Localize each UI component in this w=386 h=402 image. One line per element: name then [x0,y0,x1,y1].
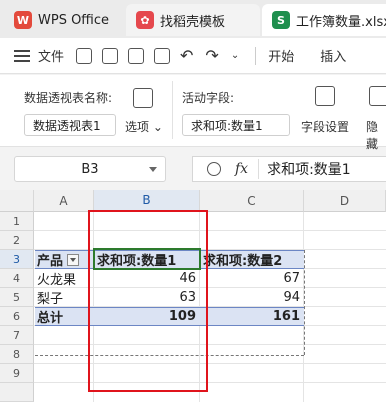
filter-dropdown-icon[interactable] [67,253,80,266]
export-pdf-icon[interactable] [102,47,119,64]
pivot-header-sum1[interactable]: 求和项:数量1 [94,250,200,269]
column-header-b[interactable]: B [94,190,200,212]
chevron-down-icon[interactable] [149,167,157,172]
menu-bar: 文件 ↶ ↷ ⌄ 开始 插入 [0,38,386,74]
undo-icon[interactable]: ↶ [180,46,193,65]
pivot-range-outline [304,250,305,355]
divider [255,46,257,65]
row-header-7[interactable]: 7 [0,326,34,345]
cell-a5[interactable]: 梨子 [37,288,93,307]
pivot-ribbon: 数据透视表名称: 数据透视表1 选项 ⌄ 活动字段: 求和项:数量1 字段设置 … [0,75,386,151]
cell-text: 产品 [37,254,64,269]
tab-wps-office[interactable]: W WPS Office [6,4,124,36]
spreadsheet-grid[interactable]: A B C D 1 2 3 4 5 6 7 8 9 产品 求和项:数量1 求和项… [0,190,386,402]
wps-logo-icon: W [14,11,32,29]
cell-total-b[interactable]: 109 [94,307,200,326]
active-field-input[interactable]: 求和项:数量1 [182,114,290,136]
formula-bar: B3 fx 求和项:数量1 [0,150,386,188]
gridline [34,363,386,364]
row-header-1[interactable]: 1 [0,212,34,231]
tab-docer-templates[interactable]: ✿ 找稻壳模板 [126,4,260,36]
column-header-a[interactable]: A [34,190,94,212]
tab-label: WPS Office [38,12,110,28]
row-header-5[interactable]: 5 [0,288,34,307]
column-header-d[interactable]: D [304,190,386,212]
tab-workbook[interactable]: S 工作簿数量.xlsx [262,4,386,36]
pivot-range-outline [35,355,304,356]
row-header-extra[interactable] [0,383,34,402]
select-all-corner[interactable] [0,190,34,212]
zoom-icon[interactable] [207,162,221,176]
hide-details-icon[interactable] [369,86,386,106]
divider [258,159,260,179]
redo-icon[interactable]: ↷ [205,46,218,65]
formula-input-area[interactable]: fx 求和项:数量1 [192,156,386,182]
formula-content[interactable]: 求和项:数量1 [267,159,351,179]
row-header-4[interactable]: 4 [0,269,34,288]
chevron-down-icon[interactable]: ⌄ [231,50,239,61]
print-icon[interactable] [128,47,145,64]
column-header-c[interactable]: C [200,190,304,212]
cell-reference: B3 [81,161,99,177]
cell-total-c[interactable]: 161 [200,307,304,326]
active-field-label: 活动字段: [182,91,235,105]
cell-total-label[interactable]: 总计 [35,307,94,326]
hide-button[interactable]: 隐藏 [366,118,386,152]
pivot-table-icon[interactable] [133,88,153,108]
options-label: 选项 [125,120,150,134]
docer-icon: ✿ [136,11,154,29]
field-settings-button[interactable]: 字段设置 [301,118,349,135]
gridline [34,344,386,345]
save-icon[interactable] [76,47,93,64]
cell-c5[interactable]: 94 [200,288,304,307]
tab-bar: W WPS Office ✿ 找稻壳模板 S 工作簿数量.xlsx [0,0,386,38]
print-preview-icon[interactable] [154,47,171,64]
row-header-8[interactable]: 8 [0,345,34,364]
row-header-3[interactable]: 3 [0,250,34,269]
fx-icon[interactable]: fx [235,161,248,177]
pivot-name-label: 数据透视表名称: [24,91,113,105]
row-header-2[interactable]: 2 [0,231,34,250]
pivot-name-input[interactable]: 数据透视表1 [24,114,116,136]
row-header-9[interactable]: 9 [0,364,34,383]
pivot-header-product[interactable]: 产品 [35,250,94,269]
options-button[interactable]: 选项 ⌄ [125,118,163,135]
divider [172,81,173,139]
file-menu[interactable]: 文件 [38,46,64,65]
menu-icon[interactable] [14,49,30,62]
field-settings-icon[interactable] [315,86,335,106]
cell-c4[interactable]: 67 [200,269,304,288]
gridline [34,382,386,383]
gridline [34,230,386,231]
row-header-6[interactable]: 6 [0,307,34,326]
cell-b4[interactable]: 46 [94,269,200,288]
spreadsheet-icon: S [272,11,290,29]
tab-label: 工作簿数量.xlsx [296,14,386,30]
name-box[interactable]: B3 [14,156,166,182]
tab-label: 找稻壳模板 [160,14,226,30]
tab-insert[interactable]: 插入 [320,46,346,65]
cell-a4[interactable]: 火龙果 [37,269,93,288]
tab-start[interactable]: 开始 [268,46,294,65]
pivot-header-sum2[interactable]: 求和项:数量2 [200,250,304,269]
cell-b5[interactable]: 63 [94,288,200,307]
